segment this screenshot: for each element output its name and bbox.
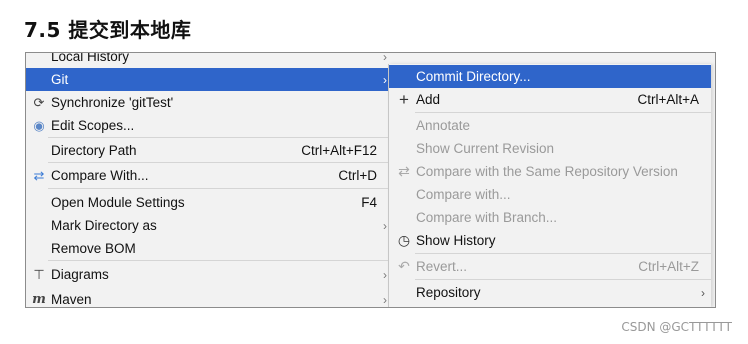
menu-item-diagrams[interactable]: ⊤ Diagrams › <box>26 263 391 286</box>
menu-item-label: Compare With... <box>51 168 149 183</box>
submenu-item-annotate[interactable]: Annotate <box>389 114 711 137</box>
submenu-item-shortcut: Ctrl+Alt+Z <box>638 259 699 274</box>
menu-item-maven[interactable]: m Maven › <box>26 288 391 307</box>
compare-icon: ⇄ <box>33 167 45 183</box>
submenu-item-label: Commit Directory... <box>416 69 531 84</box>
chevron-right-icon: › <box>701 285 705 300</box>
submenu-item-label: Add <box>416 92 441 107</box>
git-submenu: Commit Directory... + Add Ctrl+Alt+A Ann… <box>388 64 711 307</box>
submenu-item-label: Compare with Branch... <box>416 210 558 225</box>
watermark: CSDN @GCTTTTTT <box>621 320 732 334</box>
submenu-item-label: Compare with the Same Repository Version <box>416 164 678 179</box>
menu-item-label: Open Module Settings <box>51 195 185 210</box>
menu-item-label: Directory Path <box>51 143 137 158</box>
submenu-item-shortcut: Ctrl+Alt+A <box>637 92 699 107</box>
submenu-item-label: Compare with... <box>416 187 511 202</box>
chevron-right-icon: › <box>383 292 387 307</box>
clock-icon: ◷ <box>397 232 411 248</box>
menu-separator <box>48 260 391 261</box>
scope-icon: ◉ <box>33 117 45 133</box>
menu-separator <box>48 188 391 189</box>
menu-item-shortcut: Ctrl+Alt+F12 <box>301 143 377 158</box>
chevron-right-icon: › <box>383 52 387 64</box>
compare-icon: ⇄ <box>398 163 410 179</box>
submenu-item-repository[interactable]: Repository › <box>389 281 711 304</box>
menu-item-shortcut: Ctrl+D <box>338 168 377 183</box>
menu-item-label: Mark Directory as <box>51 218 157 233</box>
menu-separator <box>48 137 391 138</box>
submenu-item-compare-with[interactable]: Compare with... <box>389 183 711 206</box>
submenu-item-label: Show Current Revision <box>416 141 555 156</box>
chevron-right-icon: › <box>383 218 387 233</box>
menu-separator <box>415 112 711 113</box>
ide-context-menu-screenshot: Local History › Git › ⟳ Synchronize 'git… <box>25 52 716 308</box>
menu-item-label: Git <box>51 72 69 87</box>
menu-item-edit-scopes[interactable]: ◉ Edit Scopes... <box>26 114 391 137</box>
menu-item-git[interactable]: Git › <box>26 68 391 91</box>
menu-separator <box>48 162 391 163</box>
submenu-item-label: Revert... <box>416 259 468 274</box>
menu-item-label: Local History <box>51 52 130 64</box>
chevron-right-icon: › <box>383 72 387 87</box>
menu-item-directory-path[interactable]: Directory Path Ctrl+Alt+F12 <box>26 139 391 162</box>
section-heading: 7.5 提交到本地库 <box>24 18 192 42</box>
submenu-item-label: Show History <box>416 233 496 248</box>
submenu-item-label: Repository <box>416 285 481 300</box>
submenu-item-label: Annotate <box>416 118 471 133</box>
menu-item-shortcut: F4 <box>361 195 377 210</box>
submenu-item-show-history[interactable]: ◷ Show History <box>389 229 711 252</box>
plus-icon: + <box>399 89 409 109</box>
menu-item-label: Synchronize 'gitTest' <box>51 95 174 110</box>
project-context-menu: Local History › Git › ⟳ Synchronize 'git… <box>26 53 391 307</box>
menu-item-synchronize[interactable]: ⟳ Synchronize 'gitTest' <box>26 91 391 114</box>
chevron-right-icon: › <box>383 267 387 282</box>
menu-item-label: Remove BOM <box>51 241 136 256</box>
diagrams-icon: ⊤ <box>33 266 45 282</box>
menu-item-compare-with[interactable]: ⇄ Compare With... Ctrl+D <box>26 164 391 187</box>
menu-separator <box>415 253 711 254</box>
maven-icon: m <box>32 292 46 307</box>
submenu-item-compare-with-branch[interactable]: Compare with Branch... <box>389 206 711 229</box>
submenu-item-show-current-revision[interactable]: Show Current Revision <box>389 137 711 160</box>
menu-item-label: Maven <box>51 292 92 307</box>
menu-item-label: Diagrams <box>51 267 109 282</box>
revert-icon: ↶ <box>398 258 410 274</box>
menu-item-local-history[interactable]: Local History › <box>26 52 391 68</box>
menu-item-label: Edit Scopes... <box>51 118 135 133</box>
menu-item-open-module-settings[interactable]: Open Module Settings F4 <box>26 191 391 214</box>
menu-item-remove-bom[interactable]: Remove BOM <box>26 237 391 260</box>
submenu-item-commit-directory[interactable]: Commit Directory... <box>389 65 711 88</box>
sync-icon: ⟳ <box>33 94 45 110</box>
submenu-item-add[interactable]: + Add Ctrl+Alt+A <box>389 88 711 111</box>
menu-separator <box>415 279 711 280</box>
submenu-item-compare-same-version[interactable]: ⇄ Compare with the Same Repository Versi… <box>389 160 711 183</box>
submenu-item-revert[interactable]: ↶ Revert... Ctrl+Alt+Z <box>389 255 711 278</box>
menu-item-mark-directory[interactable]: Mark Directory as › <box>26 214 391 237</box>
